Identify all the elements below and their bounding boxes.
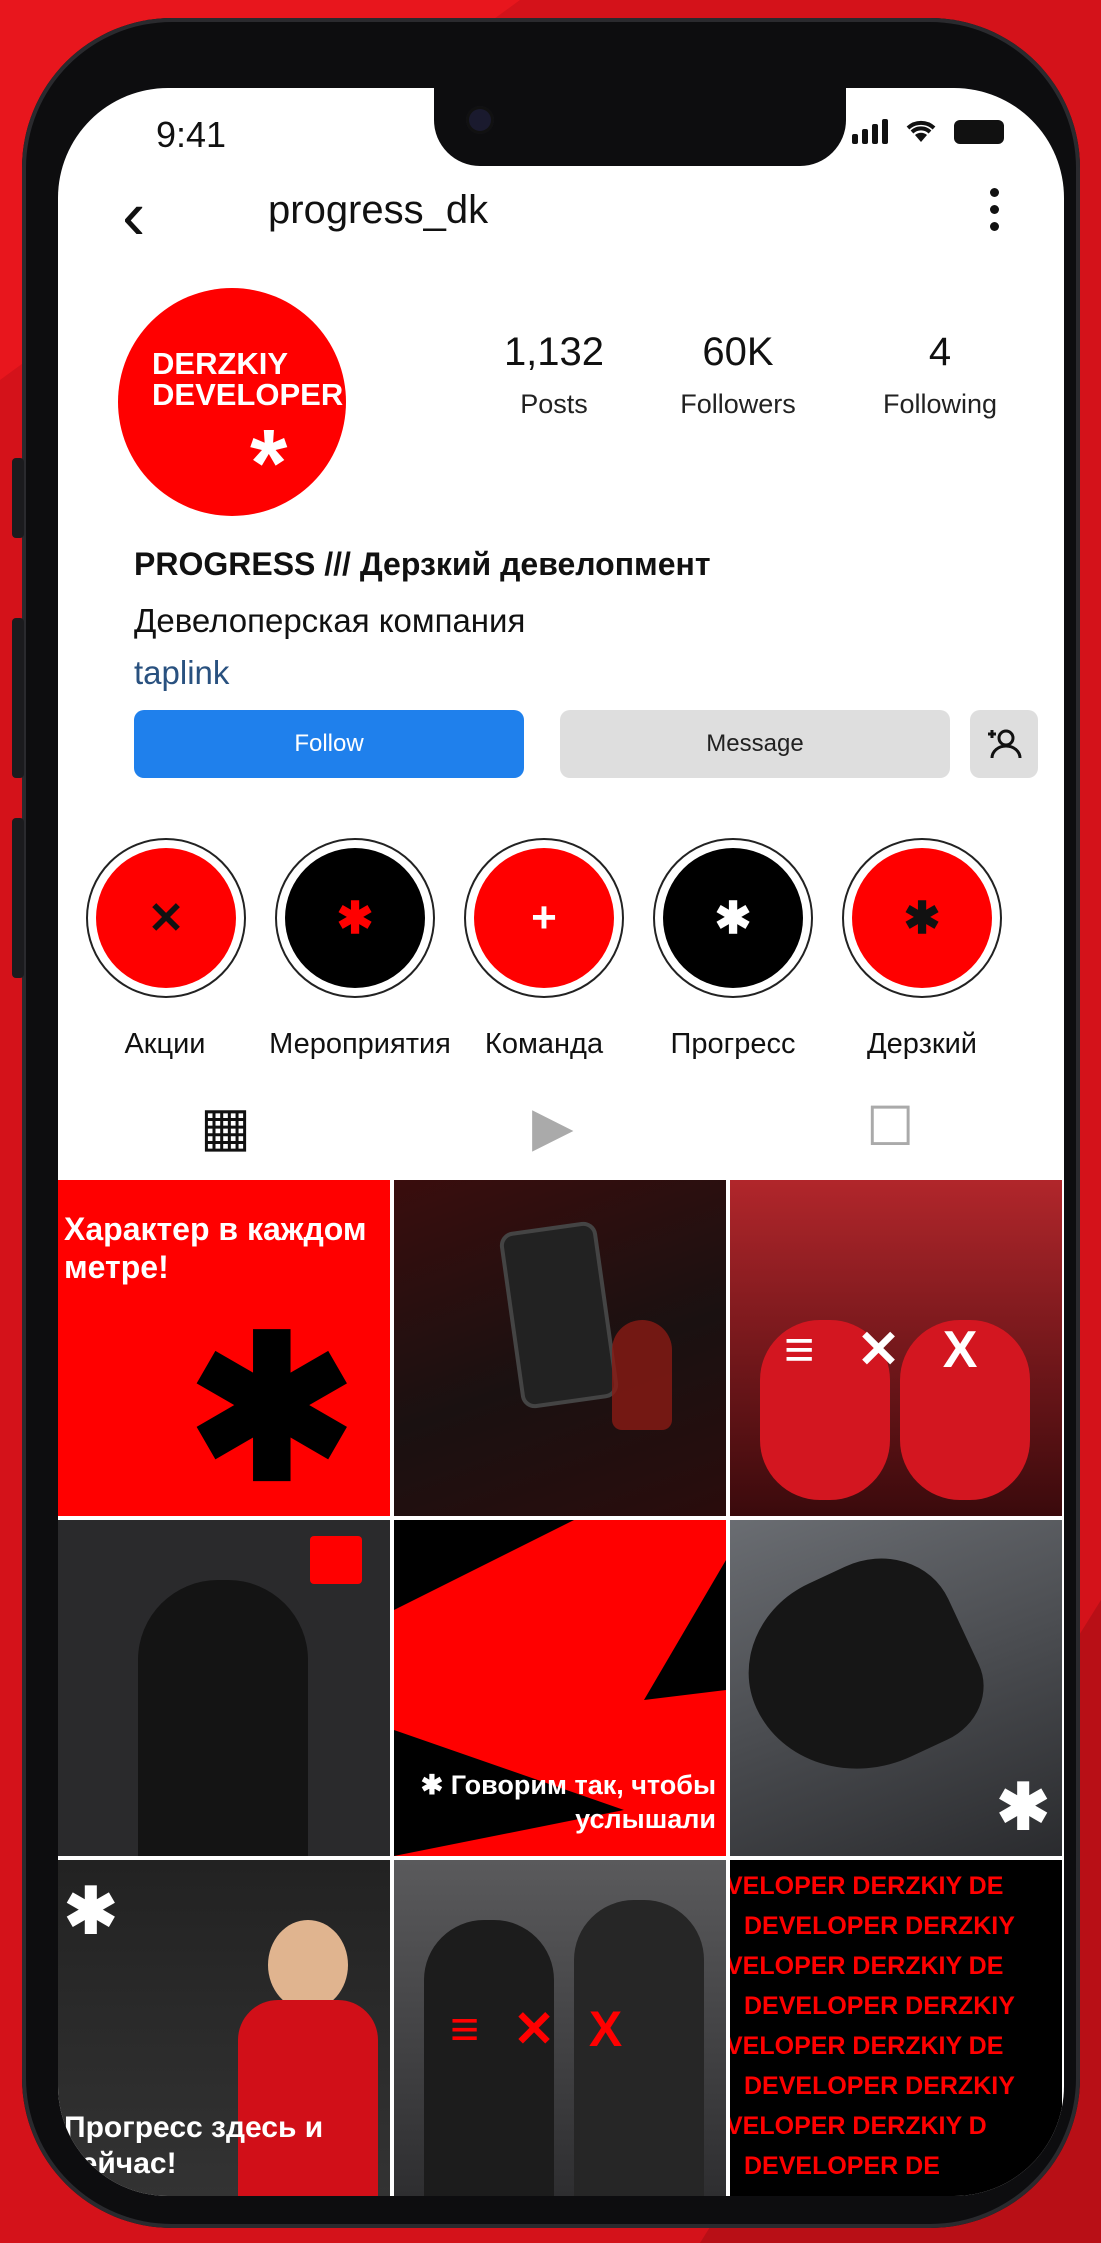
camera [466, 106, 494, 134]
brand-symbols: ≡ ✕ X [450, 2001, 633, 2057]
highlight-meropriyatiya[interactable]: ✱ [275, 838, 435, 998]
asterisk-icon: ✱ [663, 848, 803, 988]
highlight-komanda[interactable]: + [464, 838, 624, 998]
volume-up-button [12, 618, 24, 778]
post-4[interactable] [58, 1520, 390, 1856]
brand-line: VELOPER DERZKIY DE [730, 1872, 1004, 1900]
person-silhouette [424, 1920, 554, 2196]
stat-value: 1,132 [503, 330, 605, 374]
brand-line: VELOPER DERZKIY DE [730, 1952, 1004, 1980]
brand-line: DEVELOPER DERZKIY [744, 1912, 1015, 1940]
highlight-label: Команда [484, 1028, 604, 1060]
posts-grid: Характер в каждом метре! ✱ ≡ ✕ X ✱ Говор… [58, 1180, 1064, 2196]
post-7[interactable]: ✱ Прогресс здесь и сейчас! [58, 1860, 390, 2196]
grid-icon[interactable]: ▦ [200, 1100, 251, 1154]
x-icon: ✕ [96, 848, 236, 988]
message-button[interactable]: Message [560, 710, 950, 778]
more-options-icon[interactable] [990, 188, 1002, 231]
asterisk-icon: ✱ [852, 848, 992, 988]
profile-username: progress_dk [268, 188, 489, 232]
stat-posts[interactable]: 1,132 Posts [454, 330, 654, 420]
post-3[interactable]: ≡ ✕ X [730, 1180, 1062, 1516]
profile-avatar[interactable]: DERZKIY DEVELOPER * [118, 288, 346, 516]
stat-label: Following [882, 389, 998, 419]
highlight-label: Акции [124, 1028, 206, 1060]
stat-value: 60K [702, 330, 774, 374]
brand-line: DEVELOPER DERZKIY [744, 2072, 1015, 2100]
plus-icon: + [474, 848, 614, 988]
post-9[interactable]: VELOPER DERZKIY DE DEVELOPER DERZKIY VEL… [730, 1860, 1062, 2196]
profile-category: Девелоперская компания [134, 602, 526, 639]
volume-down-button [12, 818, 24, 978]
asterisk-icon: * [250, 410, 288, 517]
phone-image [498, 1220, 620, 1410]
back-icon[interactable]: ‹ [122, 180, 145, 250]
avatar-text: DERZKIY DEVELOPER [152, 346, 344, 412]
post-caption: ✱ Говорим так, чтобы услышали [420, 1770, 716, 1834]
mute-switch [12, 458, 24, 538]
status-icons [852, 118, 1004, 144]
asterisk-icon: ✱ [996, 1771, 1050, 1843]
phone-screen: 9:41 ‹ progress_dk DERZKIY DEVELOPER * 1… [58, 88, 1064, 2196]
post-2[interactable] [394, 1180, 726, 1516]
post-caption: Характер в каждом метре! [64, 1211, 367, 1285]
person-silhouette [138, 1580, 308, 1856]
brand-line: DEVELOPER DERZKIY [744, 1992, 1015, 2020]
glass-image [612, 1320, 672, 1430]
post-6[interactable]: ✱ [730, 1520, 1062, 1856]
logo-badge [310, 1536, 362, 1584]
status-time: 9:41 [156, 114, 227, 155]
asterisk-icon: ✱ [64, 1875, 118, 1947]
post-caption: Прогресс здесь и сейчас! [64, 2111, 324, 2180]
stat-label: Posts [520, 389, 588, 419]
highlight-progress[interactable]: ✱ [653, 838, 813, 998]
highlight-label: Мероприятия [269, 1028, 451, 1060]
asterisk-icon: ✱ [285, 848, 425, 988]
stat-label: Followers [680, 389, 796, 419]
brand-line: VELOPER DERZKIY DE [730, 2032, 1004, 2060]
brand-symbols: ≡ ✕ X [784, 1321, 992, 1379]
highlight-label: Дерзкий [867, 1028, 977, 1060]
stat-value: 4 [928, 330, 952, 374]
tagged-icon[interactable]: ☐ [866, 1100, 914, 1154]
highlight-aktsii[interactable]: ✕ [86, 838, 246, 998]
profile-link[interactable]: taplink [134, 654, 229, 692]
reels-icon[interactable]: ▶ [532, 1100, 574, 1154]
signal-icon [852, 118, 888, 144]
profile-name: PROGRESS /// Дерзкий девелопмент [134, 546, 711, 582]
follow-button[interactable]: Follow [134, 710, 524, 778]
brand-line: DEVELOPER DE [744, 2152, 940, 2180]
stat-followers[interactable]: 60K Followers [638, 330, 838, 420]
asterisk-icon: ✱ [188, 1298, 356, 1516]
highlight-label: Прогресс [670, 1028, 796, 1060]
wifi-icon [906, 120, 936, 142]
repeated-brand-text: VELOPER DERZKIY DE DEVELOPER DERZKIY VEL… [730, 1866, 1015, 2186]
notch [434, 88, 846, 166]
post-8[interactable]: ≡ ✕ X [394, 1860, 726, 2196]
stat-following[interactable]: 4 Following [840, 330, 1040, 420]
post-5[interactable]: ✱ Говорим так, чтобы услышали [394, 1520, 726, 1856]
highlight-derzkiy[interactable]: ✱ [842, 838, 1002, 998]
person-head [268, 1920, 348, 2010]
battery-icon [954, 120, 1004, 144]
post-1[interactable]: Характер в каждом метре! ✱ [58, 1180, 390, 1516]
glove-image [730, 1532, 1002, 1808]
add-person-icon[interactable] [970, 710, 1038, 778]
brand-line: VELOPER DERZKIY D [730, 2112, 987, 2140]
